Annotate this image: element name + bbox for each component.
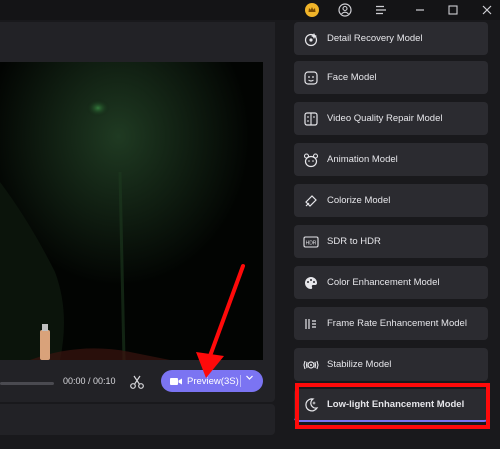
maximize-icon[interactable] bbox=[444, 1, 462, 19]
palette-icon bbox=[305, 276, 317, 289]
animation-icon bbox=[303, 152, 319, 167]
video-camera-icon bbox=[170, 377, 182, 385]
crown-icon[interactable] bbox=[303, 1, 321, 19]
model-detail-recovery[interactable]: Detail Recovery Model bbox=[294, 22, 488, 55]
model-label: Detail Recovery Model bbox=[327, 33, 423, 44]
chevron-down-icon[interactable] bbox=[245, 373, 254, 384]
model-color-enhancement[interactable]: Color Enhancement Model bbox=[294, 266, 488, 299]
model-sdr-to-hdr[interactable]: HDR SDR to HDR bbox=[294, 225, 488, 258]
annotation-highlight-box bbox=[295, 383, 490, 429]
hdr-badge-text: HDR bbox=[306, 240, 317, 246]
preview-button[interactable]: Preview(3S) bbox=[161, 370, 263, 392]
model-label: Stabilize Model bbox=[327, 359, 392, 370]
title-bar bbox=[0, 0, 500, 20]
player-controls: 00:00 / 00:10 Preview(3S) bbox=[0, 364, 275, 402]
preview-label: Preview(3S) bbox=[187, 375, 239, 387]
model-stabilize[interactable]: Stabilize Model bbox=[294, 348, 488, 381]
scissors-icon[interactable] bbox=[128, 373, 146, 391]
hdr-icon: HDR bbox=[303, 235, 319, 248]
model-face[interactable]: Face Model bbox=[294, 61, 488, 94]
model-label: SDR to HDR bbox=[327, 236, 381, 247]
detail-recovery-icon bbox=[304, 32, 318, 46]
model-label: Color Enhancement Model bbox=[327, 277, 440, 288]
colorize-icon bbox=[305, 194, 317, 207]
model-label: Frame Rate Enhancement Model bbox=[327, 318, 467, 329]
divider bbox=[240, 375, 241, 387]
model-video-quality-repair[interactable]: Video Quality Repair Model bbox=[294, 102, 488, 135]
video-frame bbox=[0, 62, 263, 360]
model-colorize[interactable]: Colorize Model bbox=[294, 184, 488, 217]
model-label: Colorize Model bbox=[327, 195, 391, 206]
video-repair-icon bbox=[304, 111, 318, 126]
model-label: Video Quality Repair Model bbox=[327, 113, 443, 124]
time-display: 00:00 / 00:10 bbox=[63, 376, 116, 386]
face-icon bbox=[304, 70, 318, 85]
user-icon[interactable] bbox=[336, 1, 354, 19]
model-animation[interactable]: Animation Model bbox=[294, 143, 488, 176]
bottom-panel bbox=[0, 404, 275, 435]
close-icon[interactable] bbox=[478, 1, 496, 19]
model-frame-rate-enhancement[interactable]: Frame Rate Enhancement Model bbox=[294, 307, 488, 340]
model-label: Face Model bbox=[327, 72, 377, 83]
frame-rate-icon bbox=[305, 318, 316, 329]
model-label: Animation Model bbox=[327, 154, 398, 165]
menu-icon[interactable] bbox=[372, 1, 390, 19]
video-preview[interactable] bbox=[0, 62, 263, 360]
progress-bar[interactable] bbox=[0, 382, 54, 385]
minimize-icon[interactable] bbox=[411, 1, 429, 19]
stabilize-icon bbox=[303, 360, 319, 369]
